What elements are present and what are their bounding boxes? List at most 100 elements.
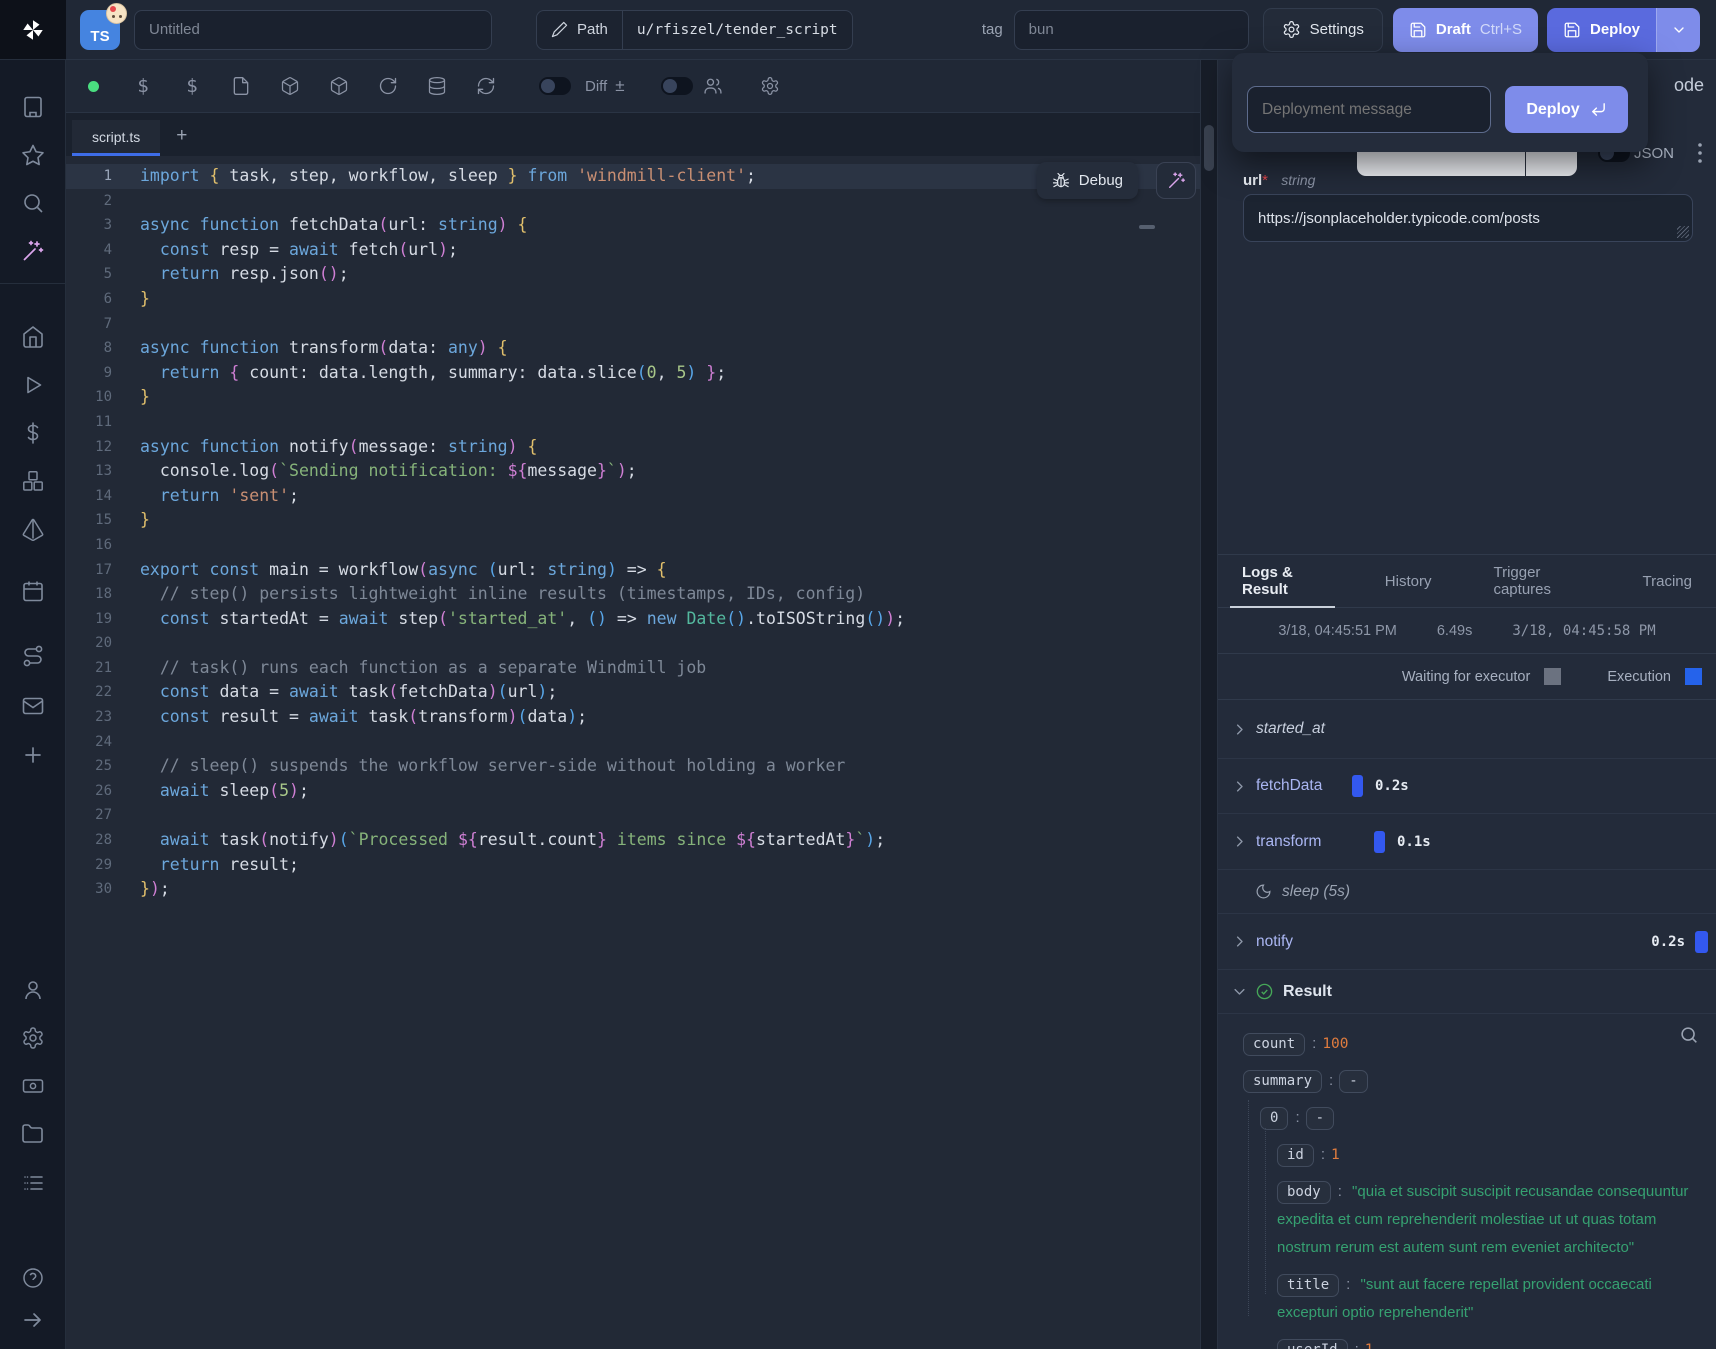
script-file-icon[interactable] — [231, 76, 251, 96]
ai-wand-icon[interactable] — [21, 239, 45, 263]
variables-dollar-icon[interactable] — [21, 421, 45, 445]
deploy-button[interactable]: Deploy — [1547, 8, 1656, 52]
timeline-row-sleep-5s-[interactable]: sleep (5s) — [1218, 870, 1716, 914]
search-icon[interactable] — [21, 191, 45, 215]
panel-splitter[interactable] — [1200, 60, 1218, 1349]
json-indent-guide — [1265, 1128, 1266, 1294]
settings-button[interactable]: Settings — [1263, 8, 1383, 52]
package-icon-2[interactable] — [329, 76, 349, 96]
expand-arrow-icon[interactable] — [21, 1308, 45, 1332]
preview-tab-trigger-captures[interactable]: Trigger captures — [1481, 555, 1592, 607]
resize-handle-icon[interactable] — [1677, 226, 1689, 238]
code-line: 5 return resp.json(); — [66, 262, 1200, 287]
json-collapse-toggle[interactable]: - — [1306, 1107, 1334, 1130]
collaborators-icon[interactable] — [703, 76, 723, 96]
schedules-calendar-icon[interactable] — [21, 579, 45, 603]
json-row-title: title: "sunt aut facere repellat provide… — [1277, 1271, 1692, 1327]
code-line: 1import { task, step, workflow, sleep } … — [66, 164, 1200, 189]
bun-runtime-icon — [106, 3, 127, 24]
path-value: u/rfiszel/tender_script — [623, 22, 852, 38]
workers-icon[interactable] — [21, 1074, 45, 1098]
timeline-row-transform[interactable]: transform0.1s — [1218, 814, 1716, 870]
add-plus-icon[interactable] — [21, 743, 45, 767]
draft-button[interactable]: Draft Ctrl+S — [1393, 8, 1538, 52]
preview-tabs: Logs & Result History Trigger captures Trac… — [1218, 554, 1716, 608]
assistant-ready-dot — [88, 81, 99, 92]
deploy-dropdown-button[interactable] — [1656, 8, 1700, 52]
code-line: 14 return 'sent'; — [66, 484, 1200, 509]
script-name-input[interactable] — [134, 10, 492, 50]
json-key-pill[interactable]: body — [1277, 1181, 1331, 1204]
legend-label: Waiting for executor — [1402, 669, 1530, 685]
save-icon — [1409, 21, 1427, 39]
path-label: Path — [577, 21, 608, 38]
json-row-count: count:100 — [1243, 1030, 1692, 1058]
url-input[interactable] — [1243, 194, 1693, 242]
preview-tab-tracing[interactable]: Tracing — [1631, 555, 1704, 607]
code-editor[interactable]: 1import { task, step, workflow, sleep } … — [66, 156, 1200, 1349]
execution-bar — [1352, 775, 1363, 797]
flows-route-icon[interactable] — [21, 644, 45, 668]
plus-minus-icon: ± — [615, 76, 624, 96]
json-key-pill[interactable]: 0 — [1260, 1107, 1288, 1130]
timeline-row-notify[interactable]: notify0.2s — [1218, 914, 1716, 970]
json-row-userId: userId:1 — [1277, 1336, 1692, 1349]
triggers-pyramid-icon[interactable] — [21, 517, 45, 541]
timeline-row-started-at[interactable]: started_at — [1218, 700, 1716, 759]
runs-play-icon[interactable] — [21, 373, 45, 397]
code-line: 6} — [66, 287, 1200, 312]
sidebar — [0, 0, 66, 1349]
user-icon[interactable] — [21, 978, 45, 1002]
code-line: 20 — [66, 631, 1200, 656]
database-icon[interactable] — [427, 76, 447, 96]
code-line: 27 — [66, 803, 1200, 828]
json-key-pill[interactable]: title — [1277, 1274, 1339, 1297]
popup-deploy-button[interactable]: Deploy — [1505, 86, 1628, 133]
ai-fix-button[interactable] — [1156, 162, 1196, 199]
favorites-star-icon[interactable] — [21, 143, 45, 167]
windmill-logo[interactable] — [0, 0, 66, 60]
path-field[interactable]: Path u/rfiszel/tender_script — [536, 10, 853, 50]
json-key-pill[interactable]: count — [1243, 1033, 1305, 1056]
timeline-row-Result[interactable]: Result — [1218, 970, 1716, 1014]
mail-icon[interactable] — [21, 694, 45, 718]
json-row-id: id:1 — [1277, 1141, 1692, 1169]
help-icon[interactable] — [21, 1266, 45, 1290]
tab-script-ts[interactable]: script.ts — [72, 120, 160, 156]
refresh-icon[interactable] — [476, 76, 496, 96]
debug-button[interactable]: Debug — [1037, 162, 1138, 199]
editor-settings-gear-icon[interactable] — [760, 76, 780, 96]
workspace-icon[interactable] — [21, 95, 45, 119]
settings-gear-icon[interactable] — [21, 1026, 45, 1050]
code-line: 26 await sleep(5); — [66, 779, 1200, 804]
kebab-menu-icon[interactable] — [1690, 140, 1710, 166]
collab-toggle[interactable] — [661, 77, 693, 95]
package-icon[interactable] — [280, 76, 300, 96]
gear-icon — [1282, 20, 1301, 39]
diff-toggle[interactable] — [539, 77, 571, 95]
timeline-row-fetchData[interactable]: fetchData0.2s — [1218, 759, 1716, 814]
home-icon[interactable] — [21, 325, 45, 349]
json-row-summary: summary:- — [1243, 1067, 1692, 1095]
preview-tab-history[interactable]: History — [1373, 555, 1444, 607]
json-key-pill[interactable]: userId — [1277, 1339, 1348, 1349]
tag-input[interactable] — [1014, 10, 1249, 50]
new-tab-button[interactable]: + — [176, 125, 187, 147]
deployment-message-input[interactable] — [1247, 86, 1491, 133]
resources-boxes-icon[interactable] — [21, 469, 45, 493]
json-key-pill[interactable]: id — [1277, 1144, 1314, 1167]
rotate-icon[interactable] — [378, 76, 398, 96]
draft-label: Draft — [1436, 21, 1471, 38]
json-collapse-toggle[interactable]: - — [1339, 1070, 1367, 1093]
preview-tab-logs-result[interactable]: Logs & Result — [1230, 555, 1335, 607]
resource-picker-icon[interactable]: $ — [182, 75, 202, 97]
code-line: 21 // task() runs each function as a sep… — [66, 656, 1200, 681]
execution-bar — [1695, 931, 1708, 953]
code-line: 11 — [66, 410, 1200, 435]
folders-icon[interactable] — [21, 1122, 45, 1146]
scrollbar-thumb[interactable] — [1204, 125, 1214, 171]
editor-scroll-dash[interactable] — [1139, 225, 1155, 229]
variable-picker-icon[interactable]: $ — [133, 75, 153, 97]
json-key-pill[interactable]: summary — [1243, 1070, 1322, 1093]
groups-list-icon[interactable] — [21, 1171, 45, 1195]
